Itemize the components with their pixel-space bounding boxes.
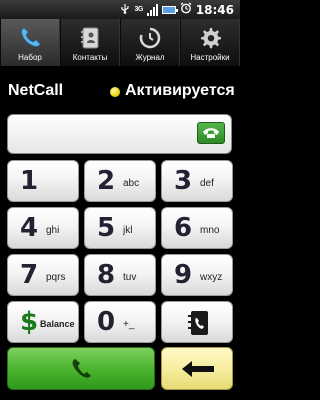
key-digit: 2 [97,166,116,196]
tab-history[interactable]: Журнал [120,19,180,66]
dollar-icon: $ [20,307,39,337]
clock-time: 18:46 [195,2,234,17]
key-digit: 5 [97,213,116,243]
key-letters: Balance [40,319,75,329]
alarm-icon [180,1,192,19]
battery-icon [161,5,178,14]
key-8[interactable]: 8 tuv [84,254,156,296]
key-5[interactable]: 5 jkl [84,207,156,249]
key-2[interactable]: 2 abc [84,160,156,202]
key-digit: 0 [97,307,116,337]
gear-icon [201,28,221,49]
key-letters: jkl [123,225,133,236]
key-3[interactable]: 3 def [161,160,233,202]
tab-label: Настройки [190,53,230,62]
key-digit: 4 [20,213,39,243]
phone-icon [203,128,219,138]
key-letters: def [200,178,214,189]
key-letters: ghi [46,225,60,236]
clock-icon [139,27,161,49]
key-digit: 9 [174,260,193,290]
key-letters: wxyz [200,272,223,283]
key-7[interactable]: 7 pqrs [7,254,79,296]
key-letters: pqrs [46,272,66,283]
key-letters: tuv [123,272,137,283]
backspace-button[interactable] [161,347,233,390]
tab-label: Контакты [72,53,108,62]
key-4[interactable]: 4 ghi [7,207,79,249]
key-letters: abc [123,178,140,189]
key-digit: 7 [20,260,39,290]
key-letters: mno [200,225,220,236]
status-text: Активируется [125,82,235,99]
key-6[interactable]: 6 mno [161,207,233,249]
contacts-book-icon [81,27,99,49]
app-title: NetCall [8,82,64,99]
contacts-icon [188,311,208,335]
tab-dial[interactable]: Набор [0,19,60,66]
key-1[interactable]: 1 [7,160,79,202]
phone-icon [21,27,41,47]
backspace-arrow-icon [182,361,214,377]
tab-label: Набор [18,53,42,62]
key-digit: 8 [97,260,116,290]
signal-icon [146,3,158,16]
tab-settings[interactable]: Настройки [180,19,240,66]
phone-icon [72,359,91,378]
tab-bar: Набор Контакты Журнал Настройки [0,19,240,66]
key-0[interactable]: 0 +_ [84,301,156,343]
tab-contacts[interactable]: Контакты [60,19,120,66]
status-indicator-icon [110,87,120,97]
call-button[interactable] [7,347,155,390]
account-header: NetCall Активируется [0,66,240,114]
key-9[interactable]: 9 wxyz [161,254,233,296]
key-digit: 1 [20,166,39,196]
key-letters: +_ [123,319,135,330]
balance-button[interactable]: $ Balance [7,301,79,343]
contacts-button[interactable] [161,301,233,343]
key-digit: 6 [174,213,193,243]
status-bar: 3G 18:46 [0,0,240,19]
tab-label: Журнал [135,53,165,62]
usb-icon [120,1,130,19]
quick-call-button[interactable] [197,122,225,144]
network-type: 3G [134,6,143,13]
key-digit: 3 [174,166,193,196]
